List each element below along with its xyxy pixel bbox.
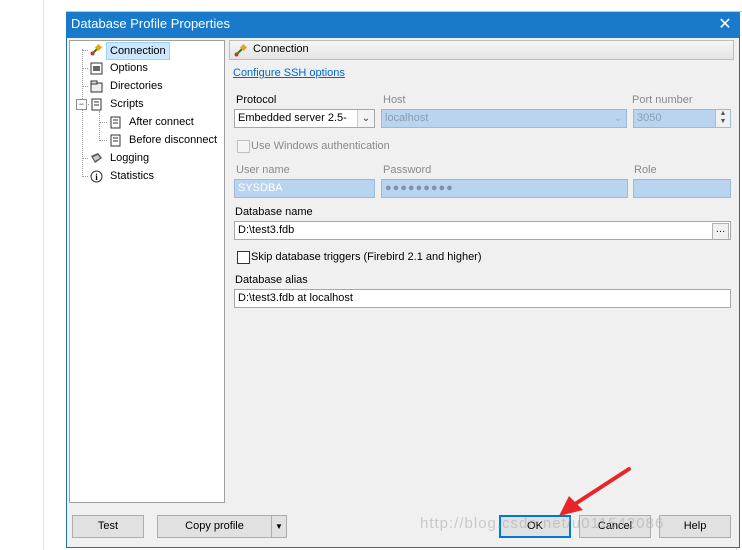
port-value: 3050 <box>637 112 662 124</box>
settings-tree: − Connection Options Directories Scripts… <box>69 40 225 503</box>
dbname-field[interactable]: D:\test3.fdb … <box>234 221 731 240</box>
spin-arrows-icon: ▲ ▼ <box>715 110 730 127</box>
tree-item-before-disconnect[interactable]: Before disconnect <box>129 132 217 148</box>
close-icon[interactable]: ✕ <box>714 14 736 36</box>
password-field: ●●●●●●●●● <box>381 179 628 198</box>
windows-auth-label: Use Windows authentication <box>251 140 390 152</box>
role-field <box>633 179 731 198</box>
dbname-label: Database name <box>235 206 313 218</box>
help-button[interactable]: Help <box>659 515 731 538</box>
scripts-collapse-toggle[interactable]: − <box>76 99 87 110</box>
port-label: Port number <box>632 94 693 106</box>
scripts-icon <box>90 98 103 111</box>
alias-field[interactable]: D:\test3.fdb at localhost <box>234 289 731 308</box>
connection-plug-icon <box>234 43 248 57</box>
panel-title: Connection <box>253 43 309 55</box>
windows-auth-checkbox <box>237 140 250 153</box>
connection-plug-icon <box>90 43 103 56</box>
background-strip <box>0 0 44 550</box>
protocol-label: Protocol <box>236 94 277 106</box>
configure-ssh-link[interactable]: Configure SSH options <box>233 67 345 79</box>
protocol-select[interactable]: Embedded server 2.5- ⌄ <box>234 109 375 128</box>
chevron-down-icon: ▼ <box>275 522 283 531</box>
tree-item-options[interactable]: Options <box>110 60 148 76</box>
logging-icon <box>90 152 103 165</box>
username-label: User name <box>236 164 290 176</box>
copy-profile-dropdown[interactable]: ▼ <box>271 515 287 538</box>
tree-item-scripts[interactable]: Scripts <box>110 96 144 112</box>
role-label: Role <box>634 164 657 176</box>
port-spinner: 3050 ▲ ▼ <box>633 109 731 128</box>
dbname-value: D:\test3.fdb <box>238 224 295 236</box>
window-title: Database Profile Properties <box>71 16 230 31</box>
host-value: localhost <box>385 112 429 124</box>
tree-item-connection[interactable]: Connection <box>106 42 170 60</box>
background-top <box>66 0 742 12</box>
username-field: SYSDBA <box>234 179 375 198</box>
options-icon <box>90 62 103 75</box>
alias-label: Database alias <box>235 274 308 286</box>
protocol-value: Embedded server 2.5- <box>238 112 347 124</box>
password-label: Password <box>383 164 432 176</box>
script-icon <box>109 116 122 129</box>
chevron-down-icon[interactable]: ⌄ <box>357 110 374 127</box>
chevron-down-icon: ⌄ <box>613 113 623 124</box>
directories-icon <box>90 80 103 93</box>
red-arrow-annotation <box>555 466 633 522</box>
tree-item-after-connect[interactable]: After connect <box>129 114 194 130</box>
skip-triggers-checkbox[interactable] <box>237 251 250 264</box>
copy-profile-button[interactable]: Copy profile <box>157 515 272 538</box>
host-label: Host <box>383 94 406 106</box>
test-button[interactable]: Test <box>72 515 144 538</box>
host-select: localhost ⌄ <box>381 109 627 128</box>
skip-triggers-label: Skip database triggers (Firebird 2.1 and… <box>251 251 482 263</box>
info-icon: i <box>90 170 103 183</box>
browse-button[interactable]: … <box>712 223 729 239</box>
script-icon <box>109 134 122 147</box>
tree-item-logging[interactable]: Logging <box>110 150 149 166</box>
tree-item-statistics[interactable]: Statistics <box>110 168 154 184</box>
tree-item-directories[interactable]: Directories <box>110 78 163 94</box>
